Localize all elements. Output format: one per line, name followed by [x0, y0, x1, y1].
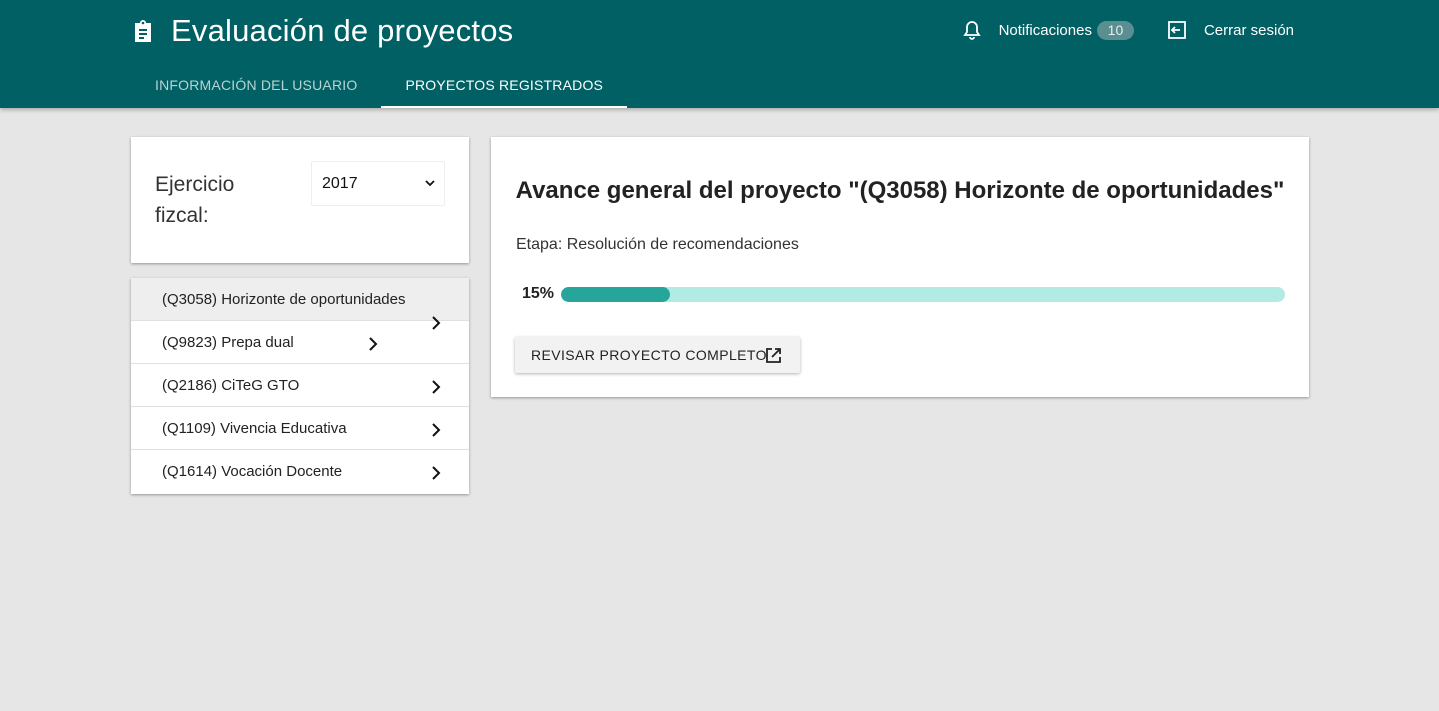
project-progress-card: Avance general del proyecto "(Q3058) Hor…	[491, 137, 1309, 397]
tab-registered-projects[interactable]: PROYECTOS REGISTRADOS	[381, 62, 627, 108]
review-full-project-button[interactable]: REVISAR PROYECTO COMPLETO	[515, 337, 800, 373]
chevron-right-icon	[432, 380, 441, 394]
notifications-count-badge: 10	[1096, 20, 1134, 40]
fiscal-year-select[interactable]: 2017	[311, 161, 445, 206]
project-item-label: (Q3058) Horizonte de oportunidades	[162, 291, 406, 308]
app-title: Evaluación de proyectos	[171, 13, 514, 48]
chevron-down-icon	[425, 180, 435, 187]
clipboard-icon	[135, 20, 151, 42]
progress-bar-fill	[561, 287, 670, 302]
chevron-right-icon	[432, 423, 441, 437]
project-item-label: (Q1109) Vivencia Educativa	[162, 420, 347, 437]
tab-bar: INFORMACIÓN DEL USUARIO PROYECTOS REGIST…	[131, 62, 627, 108]
fiscal-year-card: Ejercicio fizcal: 2017	[131, 137, 469, 263]
open-in-new-icon	[766, 348, 781, 363]
project-item-q1614[interactable]: (Q1614) Vocación Docente	[131, 450, 469, 493]
tab-user-info[interactable]: INFORMACIÓN DEL USUARIO	[131, 62, 381, 108]
project-item-label: (Q1614) Vocación Docente	[162, 463, 343, 480]
fiscal-year-value: 2017	[322, 174, 358, 192]
project-progress-title: Avance general del proyecto "(Q3058) Hor…	[515, 177, 1285, 204]
notifications-button[interactable]: Notificaciones 10	[961, 19, 1134, 41]
logout-icon	[1168, 21, 1186, 39]
bell-icon	[962, 21, 981, 40]
brand: Evaluación de proyectos	[132, 12, 513, 50]
review-button-label: REVISAR PROYECTO COMPLETO	[531, 347, 767, 363]
logout-label: Cerrar sesión	[1203, 21, 1294, 39]
fiscal-year-label: Ejercicio fizcal:	[155, 173, 235, 227]
project-item-q2186[interactable]: (Q2186) CiTeG GTO	[131, 364, 469, 407]
notifications-label: Notificaciones	[998, 21, 1092, 39]
project-item-q9823[interactable]: (Q9823) Prepa dual	[131, 321, 469, 364]
progress-percent: 15%	[522, 285, 555, 302]
project-item-q3058[interactable]: (Q3058) Horizonte de oportunidades	[131, 278, 469, 330]
chevron-right-icon	[432, 466, 441, 480]
project-item-label: (Q9823) Prepa dual	[162, 334, 294, 351]
chevron-right-icon	[369, 337, 378, 351]
header-actions: Notificaciones 10 Cerrar sesión	[961, 16, 1294, 44]
project-list: (Q3058) Horizonte de oportunidades (Q982…	[131, 278, 469, 494]
tab-label: INFORMACIÓN DEL USUARIO	[155, 77, 358, 93]
project-item-q1109[interactable]: (Q1109) Vivencia Educativa	[131, 407, 469, 450]
app-bar: Evaluación de proyectos Notificaciones 1…	[0, 0, 1439, 108]
logout-button[interactable]: Cerrar sesión	[1166, 19, 1294, 41]
project-stage: Etapa: Resolución de recomendaciones	[516, 236, 799, 253]
progress-bar	[561, 287, 1285, 302]
project-item-label: (Q2186) CiTeG GTO	[162, 377, 300, 394]
tab-label: PROYECTOS REGISTRADOS	[405, 77, 604, 93]
